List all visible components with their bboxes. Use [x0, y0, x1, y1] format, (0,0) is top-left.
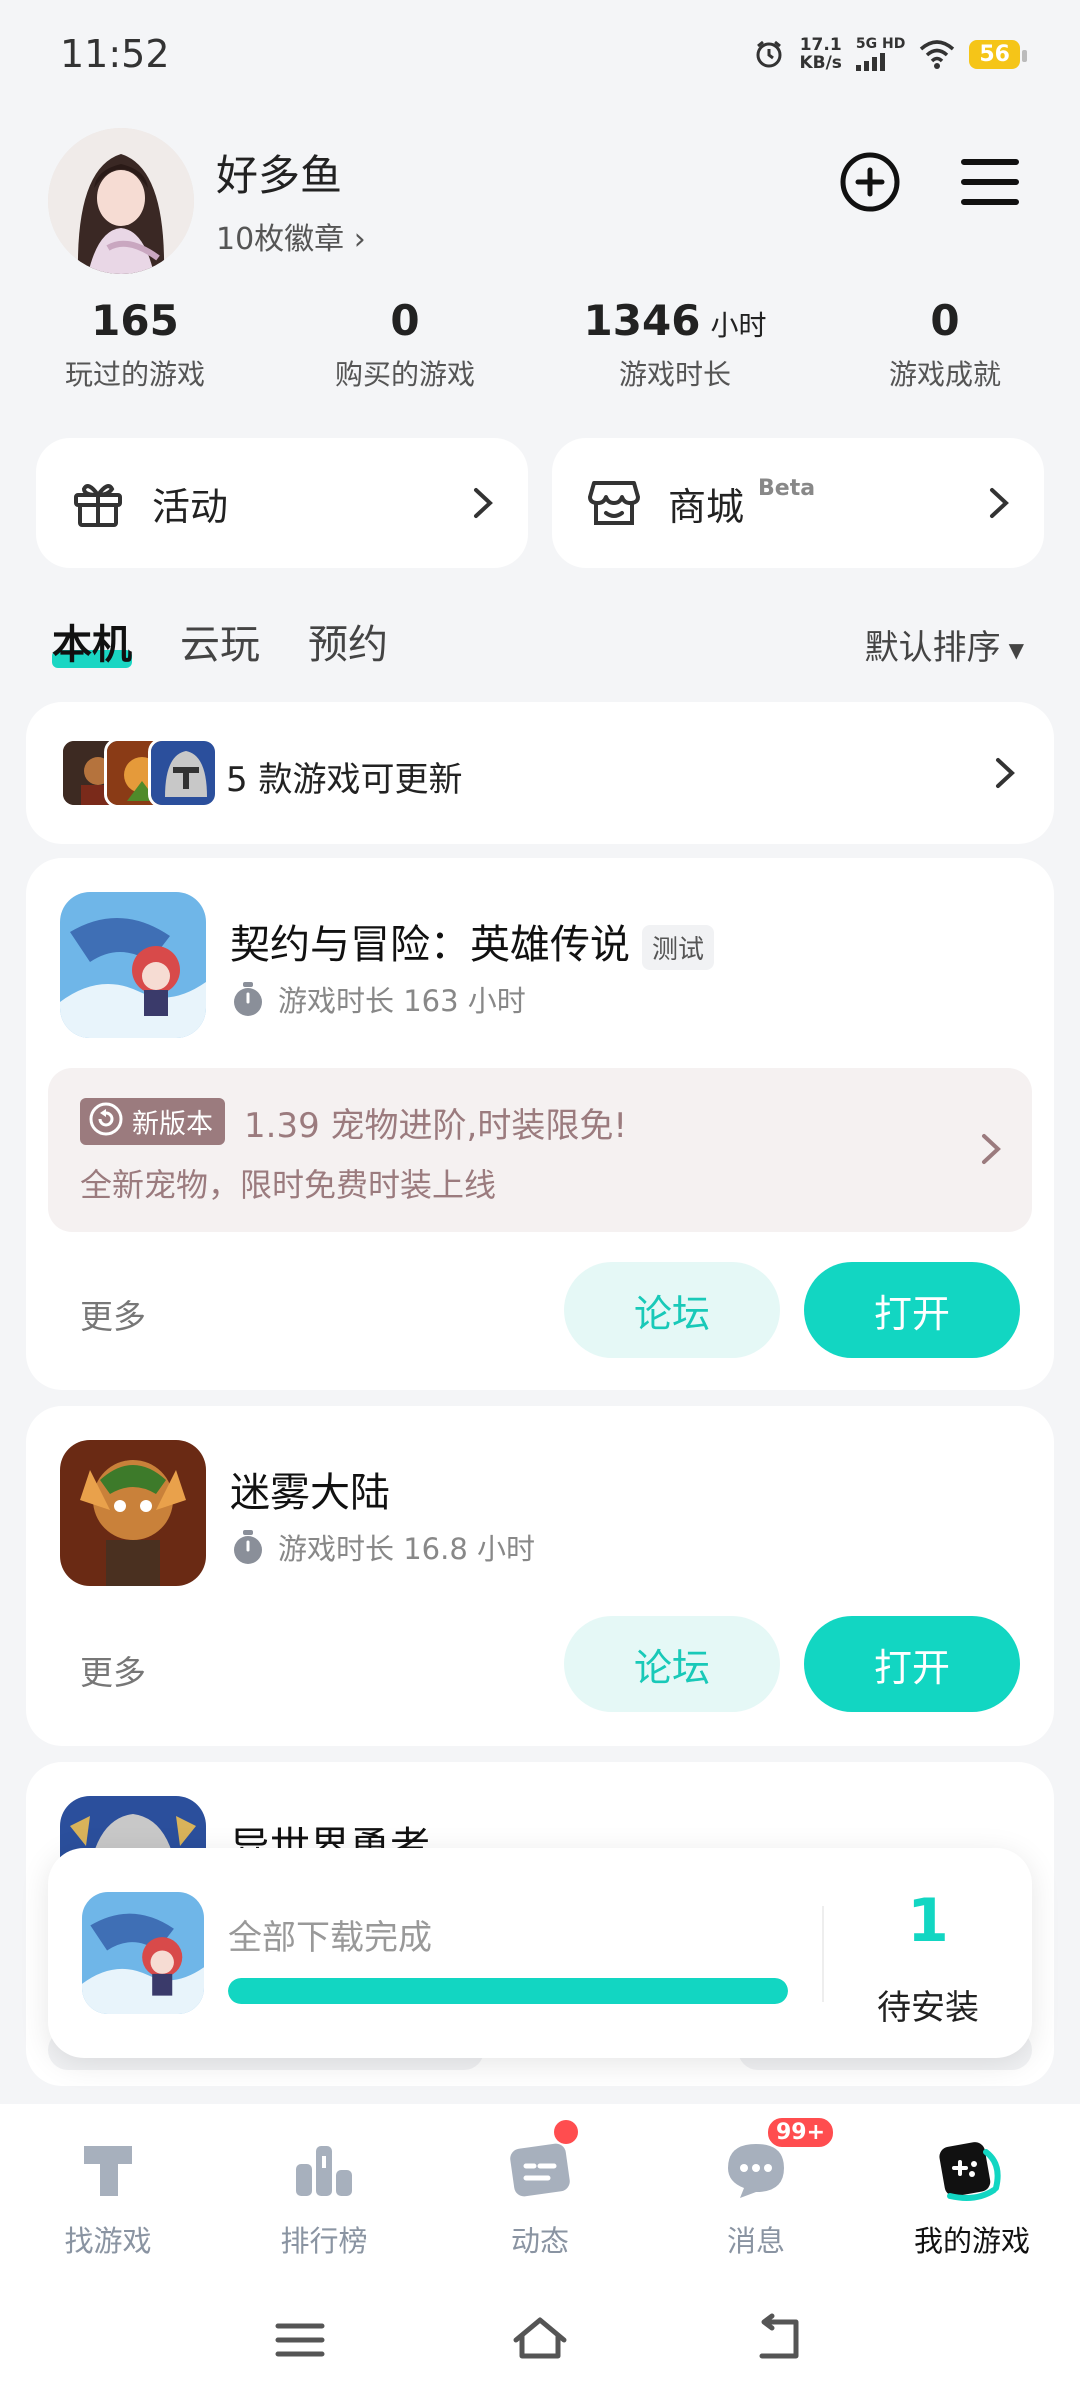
stat-achievements[interactable]: 0 游戏成就 [810, 296, 1080, 393]
game-playtime: 游戏时长 16.8 小时 [230, 1526, 535, 1568]
recent-apps-icon[interactable] [270, 2310, 330, 2370]
nav-label: 排行榜 [280, 2224, 368, 2258]
status-icons: 17.1 KB/s 5G HD 56 [753, 35, 1027, 73]
nav-find-games[interactable]: 找游戏 [0, 2104, 216, 2280]
news-title: 1.39 宠物进阶,时装限免! [244, 1106, 627, 1146]
status-bar: 11:52 17.1 KB/s 5G HD 56 [0, 0, 1080, 110]
nav-my-games[interactable]: 我的游戏 [864, 2104, 1080, 2280]
alarm-icon [756, 40, 782, 68]
tab-cloud[interactable]: 云玩 [180, 612, 260, 670]
chevron-right-icon [990, 488, 1009, 518]
chevron-right-icon [982, 1134, 1001, 1164]
chevron-right-icon [996, 758, 1015, 788]
game-card: 契约与冒险：英雄传说 测试 游戏时长 163 小时 新版本 1.39 宠物进阶,时… [26, 858, 1054, 1390]
test-tag: 测试 [642, 924, 715, 970]
download-status: 全部下载完成 [228, 1918, 432, 1958]
cell-signal-icon: 5G HD [855, 37, 905, 71]
sort-dropdown[interactable]: 默认排序 ▼ [865, 620, 1024, 669]
refresh-icon [89, 1102, 123, 1136]
version-news[interactable]: 新版本 1.39 宠物进阶,时装限免! 全新宠物，限时免费时装上线 [48, 1068, 1032, 1232]
stat-playtime[interactable]: 1346 小时 游戏时长 [540, 296, 810, 393]
game-playtime: 游戏时长 163 小时 [230, 978, 526, 1020]
chevron-right-icon [474, 488, 493, 518]
home-icon[interactable] [510, 2310, 570, 2370]
nav-leaderboard[interactable]: 排行榜 [216, 2104, 432, 2280]
stopwatch-icon [234, 1530, 262, 1564]
download-progress-fill [228, 1978, 788, 2004]
bottom-nav: 找游戏 排行榜 动态 99+ 消息 我的游戏 [0, 2104, 1080, 2280]
new-version-badge: 新版本 [80, 1098, 225, 1145]
beta-badge: Beta [758, 475, 816, 501]
store-label: 商城 [668, 484, 745, 529]
avatar[interactable] [48, 128, 194, 274]
add-circle-icon[interactable] [836, 148, 904, 216]
pending-install-count: 1 [907, 1886, 949, 1956]
stat-games-bought[interactable]: 0 购买的游戏 [270, 296, 540, 393]
stopwatch-icon [234, 982, 262, 1016]
game-card: 迷雾大陆 游戏时长 16.8 小时 更多 论坛 打开 [26, 1406, 1054, 1746]
open-button[interactable]: 打开 [804, 1616, 1020, 1712]
stats-row: 165 玩过的游戏 0 购买的游戏 1346 小时 游戏时长 0 游戏成就 [0, 296, 1080, 393]
activity-label: 活动 [152, 484, 229, 529]
open-button[interactable]: 打开 [804, 1262, 1020, 1358]
more-button[interactable]: 更多 [80, 1290, 146, 1338]
activity-card[interactable]: 活动 [36, 438, 528, 568]
store-icon [588, 481, 640, 525]
download-game-icon [82, 1892, 204, 2014]
update-text: 5 款游戏可更新 [226, 760, 463, 800]
nav-label: 动态 [510, 2224, 569, 2258]
unread-badge: 99+ [766, 2116, 836, 2149]
tab-local[interactable]: 本机 [52, 612, 132, 670]
status-time: 11:52 [60, 32, 170, 76]
game-icon[interactable] [60, 1440, 206, 1586]
forum-button[interactable]: 论坛 [564, 1262, 780, 1358]
game-thumb [148, 738, 218, 808]
tab-reservations[interactable]: 预约 [308, 612, 388, 670]
nav-label: 我的游戏 [913, 2224, 1030, 2258]
battery-indicator: 56 [969, 39, 1027, 69]
news-subtitle: 全新宠物，限时免费时装上线 [80, 1166, 497, 1204]
updates-banner[interactable]: 5 款游戏可更新 [26, 702, 1054, 844]
leaderboard-icon [296, 2146, 352, 2196]
library-tabs: 本机 云玩 预约 [52, 612, 388, 670]
download-progress-bar [228, 1978, 788, 2004]
caret-down-icon: ▼ [1008, 637, 1024, 662]
nav-label: 消息 [726, 2224, 785, 2258]
net-speed: 17.1 KB/s [799, 35, 842, 73]
gift-icon [74, 484, 122, 527]
wifi-icon [920, 40, 955, 69]
feed-icon [510, 2143, 570, 2197]
more-button[interactable]: 更多 [80, 1646, 146, 1694]
game-title[interactable]: 迷雾大陆 [230, 1460, 390, 1518]
game-title[interactable]: 契约与冒险：英雄传说 测试 [230, 912, 715, 970]
store-card[interactable]: 商城 Beta [552, 438, 1044, 568]
find-games-icon [84, 2146, 132, 2196]
game-icon[interactable] [60, 892, 206, 1038]
badges-link[interactable]: 10枚徽章 › [216, 214, 366, 258]
stat-games-played[interactable]: 165 玩过的游戏 [0, 296, 270, 393]
notification-dot [554, 2120, 578, 2144]
my-games-icon [939, 2142, 1001, 2201]
system-nav-bar [0, 2280, 1080, 2400]
update-game-icons [60, 738, 230, 808]
username[interactable]: 好多鱼 [216, 142, 342, 203]
nav-label: 找游戏 [64, 2224, 152, 2258]
menu-icon[interactable] [956, 148, 1024, 216]
nav-feed[interactable]: 动态 [432, 2104, 648, 2280]
pending-install-label: 待安装 [877, 1988, 979, 2028]
forum-button[interactable]: 论坛 [564, 1616, 780, 1712]
download-panel[interactable]: 全部下载完成 1 待安装 [48, 1848, 1032, 2058]
nav-messages[interactable]: 99+ 消息 [648, 2104, 864, 2280]
back-icon[interactable] [750, 2310, 810, 2370]
